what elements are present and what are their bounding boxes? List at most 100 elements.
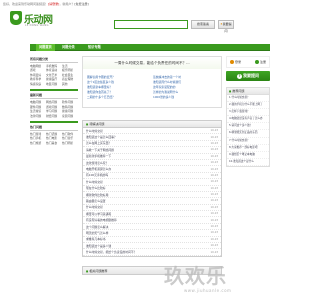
site-logo[interactable]: 乐动网 LE DONG WANG xyxy=(10,10,72,32)
question-date: 10-23 xyxy=(210,173,218,177)
sidebar-item[interactable]: 财经问题 xyxy=(46,114,62,119)
recommended-item[interactable]: 8.大家推荐一部好电影吧 xyxy=(227,145,269,152)
ask-question-button[interactable]: 我要提问 xyxy=(218,20,234,33)
sidebar-item[interactable]: 热门旅游 xyxy=(30,141,46,146)
sidebar-block: 最新问题 电脑问题 网络问题 软件问题 硬件问题 游戏问题 数码问题 生活常识 … xyxy=(30,89,78,118)
recommended-item[interactable]: 10.谁知道这个是什么 xyxy=(227,159,269,166)
recommended-item[interactable]: 5.请问这个多少钱？ xyxy=(227,123,269,131)
recommended-questions-box: 推荐问题 1.什么时候交易？ 2.我的手机为什么不能上网了 3.怎样下载游戏？ … xyxy=(226,87,270,167)
sidebar-title: 热门问题 xyxy=(30,124,78,131)
recommended-item[interactable]: 7.什么时候交易？ xyxy=(227,138,269,145)
recommended-item[interactable]: 9.我想买个笔记本电脑 xyxy=(227,152,269,159)
nav-categories[interactable]: 问题分类 xyxy=(62,44,75,51)
sidebar-category-list: 电脑问题 网络问题 软件问题 硬件问题 游戏问题 数码问题 生活常识 学习问题 … xyxy=(30,100,78,118)
recommended-item[interactable]: 2.我的手机为什么不能上网了 xyxy=(227,102,269,110)
register-label: 注册 xyxy=(259,60,266,64)
banner-link-list: 图解信用卡圈的变开？ 蓝蜘蛛冲击的第一个时 这个1区这些区多少钱 谁知道周什么时… xyxy=(87,75,219,100)
logo-subtext: LE DONG WANG xyxy=(25,24,49,27)
nav-home[interactable]: 问题首页 xyxy=(36,44,55,51)
question-title[interactable]: 请教一下关于网络问题 xyxy=(86,148,196,152)
big-ask-label: 我要提问 xyxy=(243,73,259,78)
question-date: 10-23 xyxy=(210,199,218,203)
banner-headline[interactable]: 一周什么时候交易，能给个负责任的时间不？... xyxy=(83,57,221,69)
search-answer-button[interactable]: 搜索答案 xyxy=(191,20,215,29)
sidebar-block: 所有问题分类 电脑网络 手机数码 生活 游戏 体育运动 娱乐明星 休闲爱好 文化… xyxy=(30,56,78,86)
search-input[interactable] xyxy=(114,20,188,29)
watermark: 玖欢乐 www.jiuhuanle.com xyxy=(164,260,264,296)
question-title[interactable]: 路由器怎么设置 xyxy=(86,199,196,203)
question-date: 10-23 xyxy=(210,231,218,235)
sidebar-item[interactable]: 法律问题 xyxy=(30,114,46,119)
question-date: 10-23 xyxy=(210,141,218,145)
question-title[interactable]: 这款游戏怎么玩？ xyxy=(86,161,196,165)
register-icon xyxy=(254,60,259,64)
question-date: 10-23 xyxy=(210,205,218,209)
recommended-item[interactable]: 3.怎样下载游戏？ xyxy=(227,109,269,117)
question-title[interactable]: 电脑开机黑屏怎么办 xyxy=(86,167,196,171)
watermark-url: www.jiuhuanle.com xyxy=(184,288,232,293)
sidebar-block: 热门问题 热门游戏 热门话题 热门软件 热门手机 热门电影 热门音乐 热门旅游 … xyxy=(30,121,78,145)
sidebar-item[interactable]: 其他 xyxy=(62,82,78,87)
question-date: 10-23 xyxy=(210,161,218,165)
sidebar-item[interactable]: 地区问题 xyxy=(46,82,62,87)
register-link[interactable]: [免费注册] xyxy=(74,2,88,6)
sidebar-item[interactable]: 情感家庭 xyxy=(30,82,46,87)
question-title[interactable]: 怎么在网上买东西？ xyxy=(86,141,196,145)
question-date: 10-23 xyxy=(210,193,218,197)
recommended-title: 推荐问题 xyxy=(227,88,269,95)
recommended-item[interactable]: 1.什么时候交易？ xyxy=(227,95,269,103)
featured-question-banner: 一周什么时候交易，能给个负责任的时间不？... 图解信用卡圈的变开？ 蓝蜘蛛冲击… xyxy=(82,56,222,108)
sidebar-item[interactable]: 热门明星 xyxy=(62,141,78,146)
question-title[interactable]: 求推荐几本好书 xyxy=(86,237,196,241)
question-title[interactable]: 什么时候交易 xyxy=(86,180,196,184)
main-nav: 问题首页 问题分类 知识专题 xyxy=(30,44,270,51)
register-button[interactable]: 注册 xyxy=(254,60,266,64)
sidebar-item[interactable]: 热门美食 xyxy=(46,141,62,146)
sidebar-title: 所有问题分类 xyxy=(30,56,78,63)
question-title[interactable]: 有100元手机的吗 xyxy=(86,173,196,177)
question-title[interactable]: 现在什么比较好 xyxy=(86,186,196,190)
top-bar: 您好，欢迎来到乐动网问答频道！[请登录]，新用户？[免费注册] xyxy=(0,0,300,8)
question-date: 10-23 xyxy=(210,154,218,158)
nav-topics[interactable]: 知识专题 xyxy=(88,44,101,51)
ask-question-label: 我要提问 xyxy=(222,22,232,33)
user-icon xyxy=(230,60,234,64)
banner-link[interactable]: 1000张的多少钱 xyxy=(153,95,219,100)
question-date: 10-23 xyxy=(210,218,218,222)
question-title[interactable]: 什么时候交易 xyxy=(86,205,196,209)
question-title[interactable]: 这个问题怎么解决 xyxy=(86,225,196,229)
question-row[interactable]: 什么时候交易，能给个负责任的时间不？ 10-23 xyxy=(83,249,221,256)
question-title[interactable]: 有没有好看的电视剧推荐 xyxy=(86,218,196,222)
question-date: 10-23 xyxy=(210,212,218,216)
question-title[interactable]: 最新款手机推荐一下 xyxy=(86,154,196,158)
recommended-item[interactable]: 4.电脑突然没有声音了怎么办 xyxy=(227,116,269,124)
question-list-title: 待解决问题 xyxy=(83,121,221,128)
question-date: 10-23 xyxy=(210,180,218,184)
question-title[interactable]: 谁知道这个是多少钱 xyxy=(86,244,196,248)
question-date: 10-23 xyxy=(210,167,218,171)
sidebar-item[interactable]: 家居问题 xyxy=(62,114,78,119)
question-title[interactable]: 什么时候交易，能给个负责任的时间不？ xyxy=(86,250,196,254)
question-date: 10-23 xyxy=(210,244,218,248)
sidebar-title: 最新问题 xyxy=(30,92,78,99)
question-title[interactable]: 谁知道这个是怎么回事？ xyxy=(86,135,196,139)
question-date: 10-23 xyxy=(210,225,218,229)
question-title[interactable]: 明天的天气怎么样 xyxy=(86,231,196,235)
sidebar-category-list: 电脑网络 手机数码 生活 游戏 体育运动 娱乐明星 休闲爱好 文化艺术 社会民生… xyxy=(30,64,78,87)
question-date: 10-23 xyxy=(210,129,218,133)
question-title[interactable]: 哪款软件比较好用 xyxy=(86,193,196,197)
big-ask-button[interactable]: 我要提问 xyxy=(226,71,270,81)
question-title[interactable]: 什么时候交易 xyxy=(86,129,196,133)
question-date: 10-23 xyxy=(210,186,218,190)
login-button[interactable]: 登录 xyxy=(230,60,241,64)
welcome-text: 您好，欢迎来到乐动网问答频道！ xyxy=(3,2,49,6)
question-date: 10-23 xyxy=(210,135,218,139)
login-label: 登录 xyxy=(235,60,242,64)
banner-link[interactable]: 二期的十多个亿已经？ xyxy=(87,95,153,100)
user-login-box: 登录 注册 xyxy=(226,56,270,68)
login-link[interactable]: [请登录] xyxy=(48,2,59,6)
question-date: 10-23 xyxy=(210,250,218,254)
question-title[interactable]: 哪里可以学习英语呢 xyxy=(86,212,196,216)
watermark-text: 玖欢乐 xyxy=(164,264,227,288)
recommended-item[interactable]: 6.哪里能买到正品的东西 xyxy=(227,130,269,138)
